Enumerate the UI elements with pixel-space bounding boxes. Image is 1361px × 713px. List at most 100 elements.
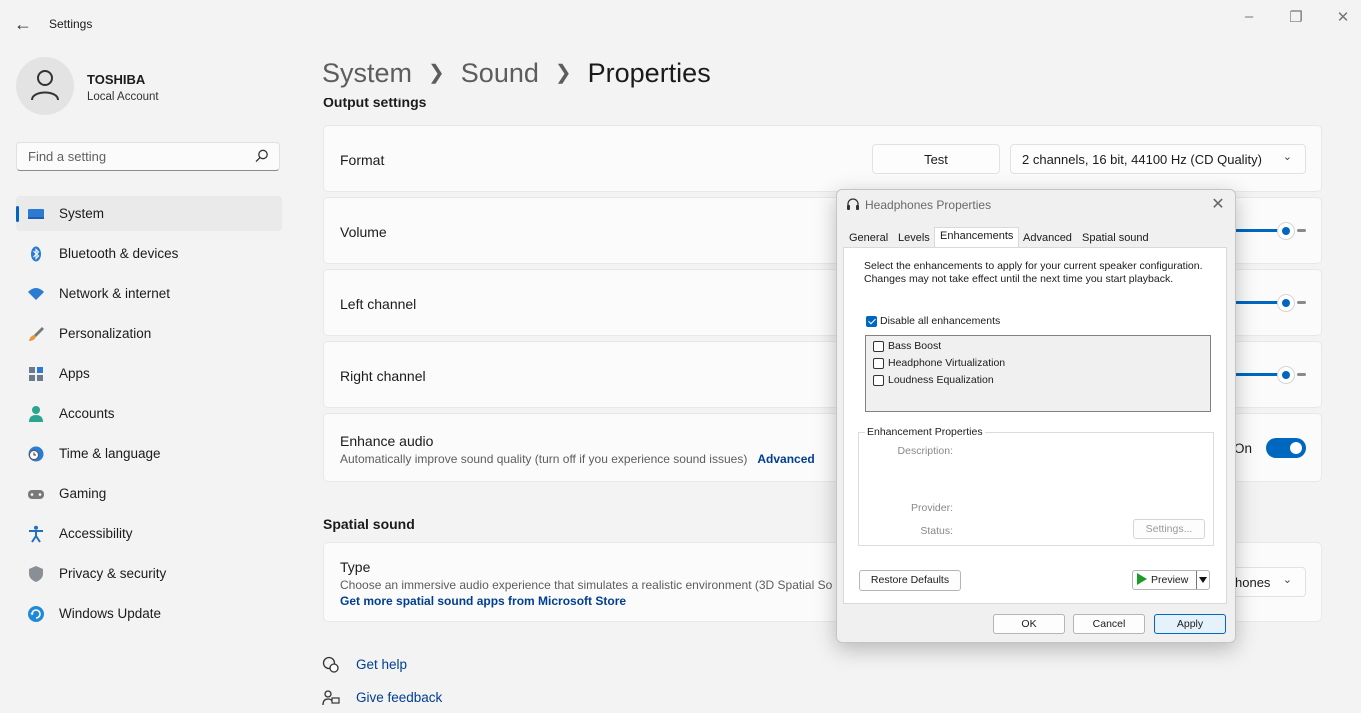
sidebar-item-label: Apps (59, 366, 90, 381)
chevron-down-icon: ⌄ (1282, 574, 1292, 586)
format-value: 2 channels, 16 bit, 44100 Hz (CD Quality… (1022, 152, 1262, 167)
preview-button[interactable]: Preview (1132, 570, 1210, 590)
format-label: Format (340, 152, 385, 168)
sidebar-item-bluetooth[interactable]: Bluetooth & devices (16, 236, 282, 271)
sidebar-item-personalization[interactable]: Personalization (16, 316, 282, 351)
disable-all-label[interactable]: Disable all enhancements (880, 315, 1000, 327)
breadcrumb-system[interactable]: System (322, 58, 412, 88)
sidebar-item-accessibility[interactable]: Accessibility (16, 516, 282, 551)
store-link[interactable]: Get more spatial sound apps from Microso… (340, 594, 626, 608)
avatar[interactable] (16, 57, 74, 115)
tab-advanced[interactable]: Advanced (1018, 230, 1077, 248)
sidebar-item-label: Gaming (59, 486, 107, 501)
sidebar-item-label: Bluetooth & devices (59, 246, 179, 261)
right-channel-label: Right channel (340, 368, 426, 384)
enhance-audio-toggle[interactable] (1266, 438, 1306, 458)
right-channel-slider-thumb[interactable] (1277, 366, 1295, 384)
person-icon (29, 406, 43, 422)
sidebar-item-label: Personalization (59, 326, 152, 341)
chevron-right-icon: ❯ (428, 62, 445, 84)
sidebar-item-label: Accessibility (59, 526, 133, 541)
dropdown-arrow-icon[interactable] (1199, 577, 1207, 583)
format-select[interactable]: 2 channels, 16 bit, 44100 Hz (CD Quality… (1010, 144, 1306, 174)
wifi-icon (28, 288, 44, 300)
brush-icon (29, 327, 44, 341)
bluetooth-icon (31, 246, 41, 262)
sidebar-item-label: Accounts (59, 406, 115, 421)
left-channel-slider-thumb[interactable] (1277, 294, 1295, 312)
advanced-link[interactable]: Advanced (757, 452, 814, 466)
back-arrow-icon[interactable]: ← (10, 12, 36, 38)
spatial-sound-label: Spatial sound (323, 516, 415, 532)
close-icon[interactable]: ✕ (1328, 8, 1358, 26)
breadcrumb-sound[interactable]: Sound (461, 58, 539, 88)
search-icon[interactable] (255, 149, 269, 163)
breadcrumb: System ❯ Sound ❯ Properties (322, 58, 711, 89)
volume-slider-thumb[interactable] (1277, 222, 1295, 240)
sidebar-item-network[interactable]: Network & internet (16, 276, 282, 311)
monitor-icon (28, 209, 44, 219)
volume-slider-rest (1297, 229, 1306, 232)
sidebar-item-privacy[interactable]: Privacy & security (16, 556, 282, 591)
group-label: Enhancement Properties (865, 426, 985, 438)
dialog-title: Headphones Properties (865, 198, 992, 212)
headphone-virtualization-checkbox[interactable] (873, 358, 884, 369)
sidebar-item-system[interactable]: System (16, 196, 282, 231)
search-box[interactable] (16, 142, 280, 171)
instructions-text: Select the enhancements to apply for you… (864, 260, 1203, 285)
feedback-icon (322, 690, 340, 706)
search-input[interactable] (26, 148, 250, 165)
headphone-virtualization-label[interactable]: Headphone Virtualization (888, 357, 1005, 369)
test-button[interactable]: Test (872, 144, 1000, 174)
sidebar-item-label: Time & language (59, 446, 161, 461)
spatial-type-desc: Choose an immersive audio experience tha… (340, 578, 833, 592)
app-title: Settings (49, 17, 93, 31)
headphones-properties-dialog: Headphones Properties ✕ General Levels E… (836, 189, 1236, 643)
give-feedback-link[interactable]: Give feedback (356, 690, 442, 705)
bass-boost-checkbox[interactable] (873, 341, 884, 352)
sidebar-item-time-language[interactable]: Time & language (16, 436, 282, 471)
enhancements-list[interactable]: Bass Boost Headphone Virtualization Loud… (865, 335, 1211, 412)
enhancements-panel: Select the enhancements to apply for you… (843, 247, 1227, 604)
get-help-link[interactable]: Get help (356, 657, 407, 672)
tab-enhancements[interactable]: Enhancements (934, 227, 1020, 249)
play-icon (1137, 573, 1147, 585)
tab-levels[interactable]: Levels (893, 230, 935, 248)
left-channel-slider-rest (1297, 301, 1306, 304)
selection-indicator (16, 206, 19, 222)
accessibility-icon (29, 525, 43, 543)
spatial-type-label: Type (340, 559, 371, 575)
toggle-knob (1290, 442, 1302, 454)
tab-spatial-sound[interactable]: Spatial sound (1077, 230, 1154, 248)
sidebar-item-windows-update[interactable]: Windows Update (16, 596, 282, 631)
sidebar-item-accounts[interactable]: Accounts (16, 396, 282, 431)
account-type: Local Account (87, 91, 159, 103)
right-channel-slider-rest (1297, 373, 1306, 376)
sidebar-item-gaming[interactable]: Gaming (16, 476, 282, 511)
apply-button[interactable]: Apply (1154, 614, 1226, 634)
cancel-button[interactable]: Cancel (1073, 614, 1145, 634)
restore-defaults-button[interactable]: Restore Defaults (859, 570, 961, 591)
sidebar-item-label: Privacy & security (59, 566, 167, 581)
disable-all-checkbox[interactable] (866, 316, 877, 327)
apps-icon (29, 367, 43, 381)
settings-button[interactable]: Settings... (1133, 519, 1205, 539)
loudness-equalization-label[interactable]: Loudness Equalization (888, 374, 994, 386)
sidebar-item-label: Windows Update (59, 606, 162, 621)
enhancement-properties-group: Enhancement Properties Description: Prov… (858, 426, 1214, 546)
ok-button[interactable]: OK (993, 614, 1065, 634)
maximize-icon[interactable]: ❐ (1281, 8, 1311, 26)
close-icon[interactable]: ✕ (1209, 194, 1227, 214)
status-label: Status: (920, 525, 953, 537)
update-icon (28, 606, 44, 622)
shield-icon (29, 566, 43, 582)
minimize-icon[interactable]: – (1234, 8, 1264, 25)
sidebar-item-label: Network & internet (59, 286, 171, 301)
description-label: Description: (897, 445, 953, 457)
help-icon (322, 656, 339, 673)
bass-boost-label[interactable]: Bass Boost (888, 340, 941, 352)
enhance-state-label: On (1234, 441, 1253, 456)
loudness-equalization-checkbox[interactable] (873, 375, 884, 386)
sidebar-item-apps[interactable]: Apps (16, 356, 282, 391)
tab-general[interactable]: General (844, 230, 893, 248)
